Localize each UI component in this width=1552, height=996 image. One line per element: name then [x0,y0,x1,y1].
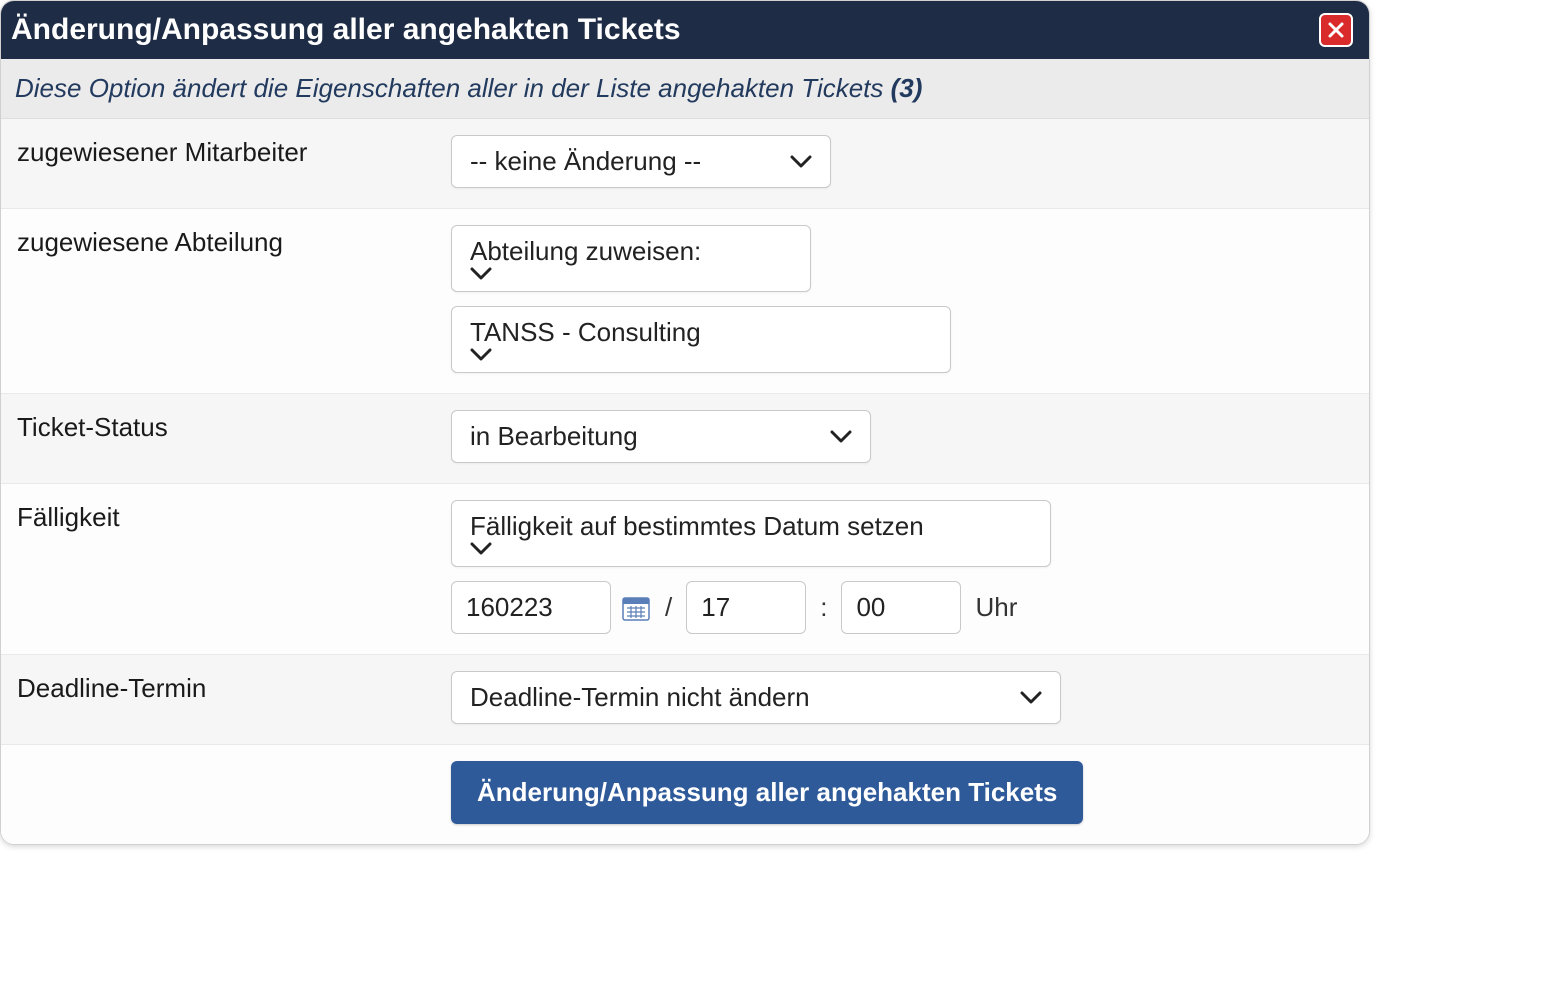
select-department-action-value: Abteilung zuweisen: [470,236,701,266]
bulk-change-dialog: Änderung/Anpassung aller angehakten Tick… [0,0,1370,845]
dialog-header: Änderung/Anpassung aller angehakten Tick… [1,1,1369,59]
separator-colon: : [816,592,831,623]
due-date-inline-group: / : Uhr [451,581,1353,634]
row-ticket-status: Ticket-Status in Bearbeitung [1,394,1369,484]
chevron-down-icon [470,267,792,281]
row-due-date: Fälligkeit Fälligkeit auf bestimmtes Dat… [1,484,1369,655]
close-button[interactable] [1319,13,1353,47]
label-deadline: Deadline-Termin [1,655,441,722]
chevron-down-icon [470,542,1032,556]
label-assigned-department: zugewiesene Abteilung [1,209,441,276]
select-assigned-employee-value: -- keine Änderung -- [470,146,701,177]
select-assigned-employee[interactable]: -- keine Änderung -- [451,135,831,188]
row-submit: Änderung/Anpassung aller angehakten Tick… [1,745,1369,844]
select-due-mode[interactable]: Fälligkeit auf bestimmtes Datum setzen [451,500,1051,567]
chevron-down-icon [470,348,932,362]
separator-slash: / [661,592,676,623]
form: zugewiesener Mitarbeiter -- keine Änderu… [1,119,1369,844]
label-empty [1,745,441,781]
calendar-icon[interactable] [621,593,651,623]
row-deadline: Deadline-Termin Deadline-Termin nicht än… [1,655,1369,745]
chevron-down-icon [1020,691,1042,705]
close-icon [1327,21,1345,39]
chevron-down-icon [830,430,852,444]
label-due-date: Fälligkeit [1,484,441,551]
row-assigned-department: zugewiesene Abteilung Abteilung zuweisen… [1,209,1369,394]
select-department-value: TANSS - Consulting [470,317,701,347]
select-ticket-status[interactable]: in Bearbeitung [451,410,871,463]
dialog-title: Änderung/Anpassung aller angehakten Tick… [11,13,681,47]
subheader-text: Diese Option ändert die Eigenschaften al… [15,73,883,103]
chevron-down-icon [790,155,812,169]
label-assigned-employee: zugewiesener Mitarbeiter [1,119,441,186]
select-department[interactable]: TANSS - Consulting [451,306,951,373]
select-deadline[interactable]: Deadline-Termin nicht ändern [451,671,1061,724]
select-department-action[interactable]: Abteilung zuweisen: [451,225,811,292]
select-due-mode-value: Fälligkeit auf bestimmtes Datum setzen [470,511,924,541]
select-ticket-status-value: in Bearbeitung [470,421,638,452]
dialog-subheader: Diese Option ändert die Eigenschaften al… [1,59,1369,119]
due-minute-input[interactable] [841,581,961,634]
label-ticket-status: Ticket-Status [1,394,441,461]
submit-button[interactable]: Änderung/Anpassung aller angehakten Tick… [451,761,1083,824]
select-deadline-value: Deadline-Termin nicht ändern [470,682,810,713]
due-unit-label: Uhr [971,592,1021,623]
due-hour-input[interactable] [686,581,806,634]
row-assigned-employee: zugewiesener Mitarbeiter -- keine Änderu… [1,119,1369,209]
due-date-input[interactable] [451,581,611,634]
subheader-count: (3) [891,73,923,103]
